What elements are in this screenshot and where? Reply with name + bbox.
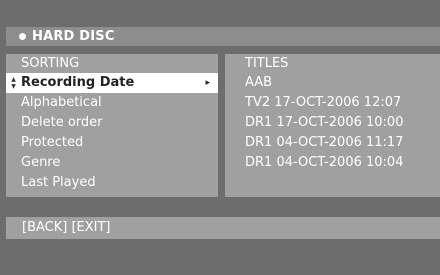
footer-hint: [BACK] [EXIT] xyxy=(22,220,111,235)
title-item[interactable]: DR1 04-OCT-2006 11:17 xyxy=(225,133,440,153)
scroll-updown-icon: ▲ ▼ xyxy=(11,76,16,90)
sorting-item-label: Last Played xyxy=(21,175,96,190)
sorting-item-label: Alphabetical xyxy=(21,95,102,110)
title-item[interactable]: AAB xyxy=(225,73,440,93)
sorting-item-alphabetical[interactable]: Alphabetical xyxy=(6,93,218,113)
footer-hint-bar: [BACK] [EXIT] xyxy=(6,217,440,239)
sorting-panel: SORTING ▲ ▼ Recording Date ▸ Alphabetical… xyxy=(6,54,218,197)
chevron-right-icon: ▸ xyxy=(205,78,210,88)
sorting-item-label: Genre xyxy=(21,155,61,170)
header-bar: HARD DISC xyxy=(6,27,440,46)
sorting-item-label: Delete order xyxy=(21,115,103,130)
title-item-label: DR1 04-OCT-2006 10:04 xyxy=(245,155,404,170)
title-item-label: TV2 17-OCT-2006 12:07 xyxy=(245,95,402,110)
sorting-item-protected[interactable]: Protected xyxy=(6,133,218,153)
title-item-label: DR1 04-OCT-2006 11:17 xyxy=(245,135,404,150)
sorting-item-label: Recording Date xyxy=(21,75,135,90)
title-item[interactable]: DR1 04-OCT-2006 10:04 xyxy=(225,153,440,173)
sorting-heading: SORTING xyxy=(21,56,80,71)
bullet-icon xyxy=(19,33,26,40)
title-item[interactable]: DR1 17-OCT-2006 10:00 xyxy=(225,113,440,133)
sorting-item-recording-date[interactable]: ▲ ▼ Recording Date ▸ xyxy=(6,73,218,93)
titles-panel: TITLES AAB TV2 17-OCT-2006 12:07 DR1 17-… xyxy=(225,54,440,197)
screen-title: HARD DISC xyxy=(32,29,115,44)
title-item-label: AAB xyxy=(245,75,273,90)
titles-list: AAB TV2 17-OCT-2006 12:07 DR1 17-OCT-200… xyxy=(225,73,440,173)
titles-heading: TITLES xyxy=(245,56,289,71)
title-item-label: DR1 17-OCT-2006 10:00 xyxy=(245,115,404,130)
sorting-list: ▲ ▼ Recording Date ▸ Alphabetical Delete … xyxy=(6,73,218,193)
hard-disc-screen: HARD DISC SORTING ▲ ▼ Recording Date ▸ Al… xyxy=(0,0,440,275)
sorting-item-last-played[interactable]: Last Played xyxy=(6,173,218,193)
sorting-item-label: Protected xyxy=(21,135,84,150)
title-item[interactable]: TV2 17-OCT-2006 12:07 xyxy=(225,93,440,113)
sorting-item-delete-order[interactable]: Delete order xyxy=(6,113,218,133)
sorting-item-genre[interactable]: Genre xyxy=(6,153,218,173)
